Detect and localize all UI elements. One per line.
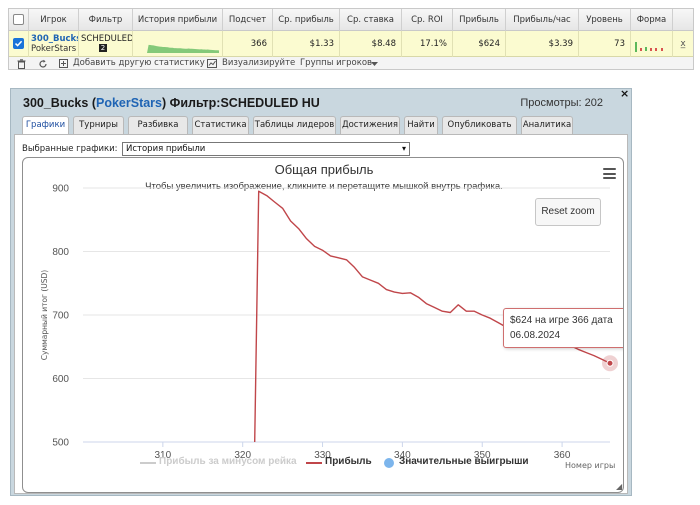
row-checkbox[interactable] [13, 38, 24, 49]
col-header-level[interactable]: Уровень [579, 9, 631, 31]
form-bar [640, 48, 642, 51]
form-bar [655, 48, 657, 51]
tooltip-line-2: 06.08.2024 [510, 330, 561, 341]
charts-panel: Выбранные графики: История прибыли ▾ Общ… [14, 134, 628, 494]
legend-symbol-rake [140, 462, 156, 464]
x-axis-title: Номер игры [565, 461, 616, 470]
tab-achievements[interactable]: Достижения [340, 116, 400, 134]
table-row[interactable]: 300_Bucks PokerStars SCHEDULED 2 366 $1.… [9, 31, 693, 57]
col-header-form[interactable]: Форма [631, 9, 673, 31]
y-tick-label: 600 [52, 374, 69, 385]
player-site: PokerStars [31, 44, 77, 54]
col-header-avg-stake[interactable]: Ср. ставка [340, 9, 402, 31]
x-tick-label: 360 [554, 450, 571, 461]
tab-breakdown[interactable]: Разбивка [128, 116, 188, 134]
tab-leaderboards[interactable]: Таблицы лидеров [253, 116, 336, 134]
profit-history-cell [133, 31, 223, 57]
legend-symbol-big-wins [384, 458, 394, 468]
select-all-checkbox[interactable] [13, 14, 24, 25]
check-icon [14, 40, 23, 47]
table-toolbar: Добавить другую статистику Визуализируйт… [9, 57, 693, 70]
profit-value: $624 [453, 31, 506, 57]
tab-tournaments[interactable]: Турниры [73, 116, 124, 134]
y-tick-label: 700 [52, 311, 69, 322]
col-header-profit-history[interactable]: История прибыли [133, 9, 223, 31]
tab-analytics[interactable]: Аналитика [521, 116, 573, 134]
chart-select-value: История прибыли [126, 144, 206, 154]
player-groups-link[interactable]: Группы игроков [300, 57, 372, 70]
filter-cell: SCHEDULED 2 [79, 31, 133, 57]
tab-statistics[interactable]: Статистика [192, 116, 249, 134]
dropdown-arrow-icon[interactable] [371, 62, 378, 66]
legend-item-rake[interactable]: Прибыль за минусом рейка [159, 456, 297, 468]
form-bar [650, 48, 652, 51]
dialog-player-name: 300_Bucks [23, 96, 89, 110]
player-cell: 300_Bucks PokerStars [29, 31, 79, 57]
close-icon[interactable]: × [620, 87, 629, 100]
chevron-down-icon: ▾ [401, 144, 406, 153]
reset-zoom-button[interactable]: Reset zoom [535, 198, 601, 226]
col-header-count[interactable]: Подсчет [223, 9, 273, 31]
chart-tooltip: $624 на игре 366 дата 06.08.2024 [503, 308, 623, 348]
legend-item-profit[interactable]: Прибыль [325, 456, 372, 468]
level-value: 73 [579, 31, 631, 57]
sparkline-area [147, 44, 219, 53]
form-bar [661, 48, 663, 51]
col-header-player[interactable]: Игрок [29, 9, 79, 31]
player-dialog: 300_Bucks (PokerStars) Фильтр:SCHEDULED … [10, 87, 632, 496]
filter-badge: 2 [99, 44, 107, 52]
resize-grip-icon[interactable]: ◢ [616, 482, 622, 491]
y-tick-label: 800 [52, 247, 69, 258]
trash-icon[interactable] [17, 59, 26, 69]
tooltip-line-1: $624 на игре 366 дата [510, 315, 613, 326]
add-stat-icon [59, 59, 68, 68]
dialog-title: 300_Bucks (PokerStars) Фильтр:SCHEDULED … [23, 96, 320, 110]
row-select-cell [9, 31, 29, 57]
profit-chart[interactable]: Общая прибыль Чтобы увеличить изображени… [22, 157, 624, 493]
profit-sparkline[interactable] [133, 31, 223, 57]
form-bar [645, 47, 647, 51]
legend-symbol-profit [306, 462, 322, 464]
form-bars[interactable] [631, 31, 673, 57]
legend-item-big-wins[interactable]: Значительные выигрыши [399, 456, 529, 468]
col-header-filter[interactable]: Фильтр [79, 9, 133, 31]
filter-name[interactable]: SCHEDULED [81, 34, 132, 44]
tab-find[interactable]: Найти [404, 116, 438, 134]
dialog-site-link[interactable]: PokerStars [96, 96, 162, 110]
chart-select-label: Выбранные графики: [22, 144, 118, 154]
tab-publish[interactable]: Опубликовать [442, 116, 517, 134]
refresh-icon[interactable] [38, 59, 48, 69]
form-cell [631, 31, 673, 57]
tab-charts[interactable]: Графики [22, 116, 69, 135]
chart-icon [207, 59, 217, 68]
select-all-cell [9, 9, 29, 31]
remove-row-icon[interactable]: x̲ [673, 31, 693, 57]
col-header-avg-roi[interactable]: Ср. ROI [402, 9, 453, 31]
dialog-filter-label: Фильтр:SCHEDULED HU [169, 96, 320, 110]
col-header-avg-profit[interactable]: Ср. прибыль [273, 9, 340, 31]
stats-table: Игрок Фильтр История прибыли Подсчет Ср.… [8, 8, 694, 70]
dialog-paren-close: ) [162, 96, 167, 110]
avg-profit-value: $1.33 [273, 31, 340, 57]
profit-per-hour-value: $3.39 [506, 31, 579, 57]
player-name-link[interactable]: 300_Bucks [31, 34, 78, 44]
col-header-profit[interactable]: Прибыль [453, 9, 506, 31]
y-tick-label: 500 [52, 438, 69, 449]
avg-roi-value: 17.1% [402, 31, 453, 57]
add-stat-link[interactable]: Добавить другую статистику [73, 57, 205, 70]
chart-select[interactable]: История прибыли ▾ [122, 142, 410, 156]
col-header-profit-per-hour[interactable]: Прибыль/час [506, 9, 579, 31]
visualize-link[interactable]: Визуализируйте [222, 57, 295, 70]
count-value: 366 [223, 31, 273, 57]
views-counter: Просмотры: 202 [520, 97, 603, 109]
y-axis-title: Суммарный итог (USD) [40, 270, 49, 361]
avg-stake-value: $8.48 [340, 31, 402, 57]
highlight-point [606, 359, 614, 367]
col-header-actions [673, 9, 693, 31]
y-tick-label: 900 [52, 184, 69, 195]
stats-table-header: Игрок Фильтр История прибыли Подсчет Ср.… [9, 9, 693, 31]
form-bar [635, 42, 637, 52]
